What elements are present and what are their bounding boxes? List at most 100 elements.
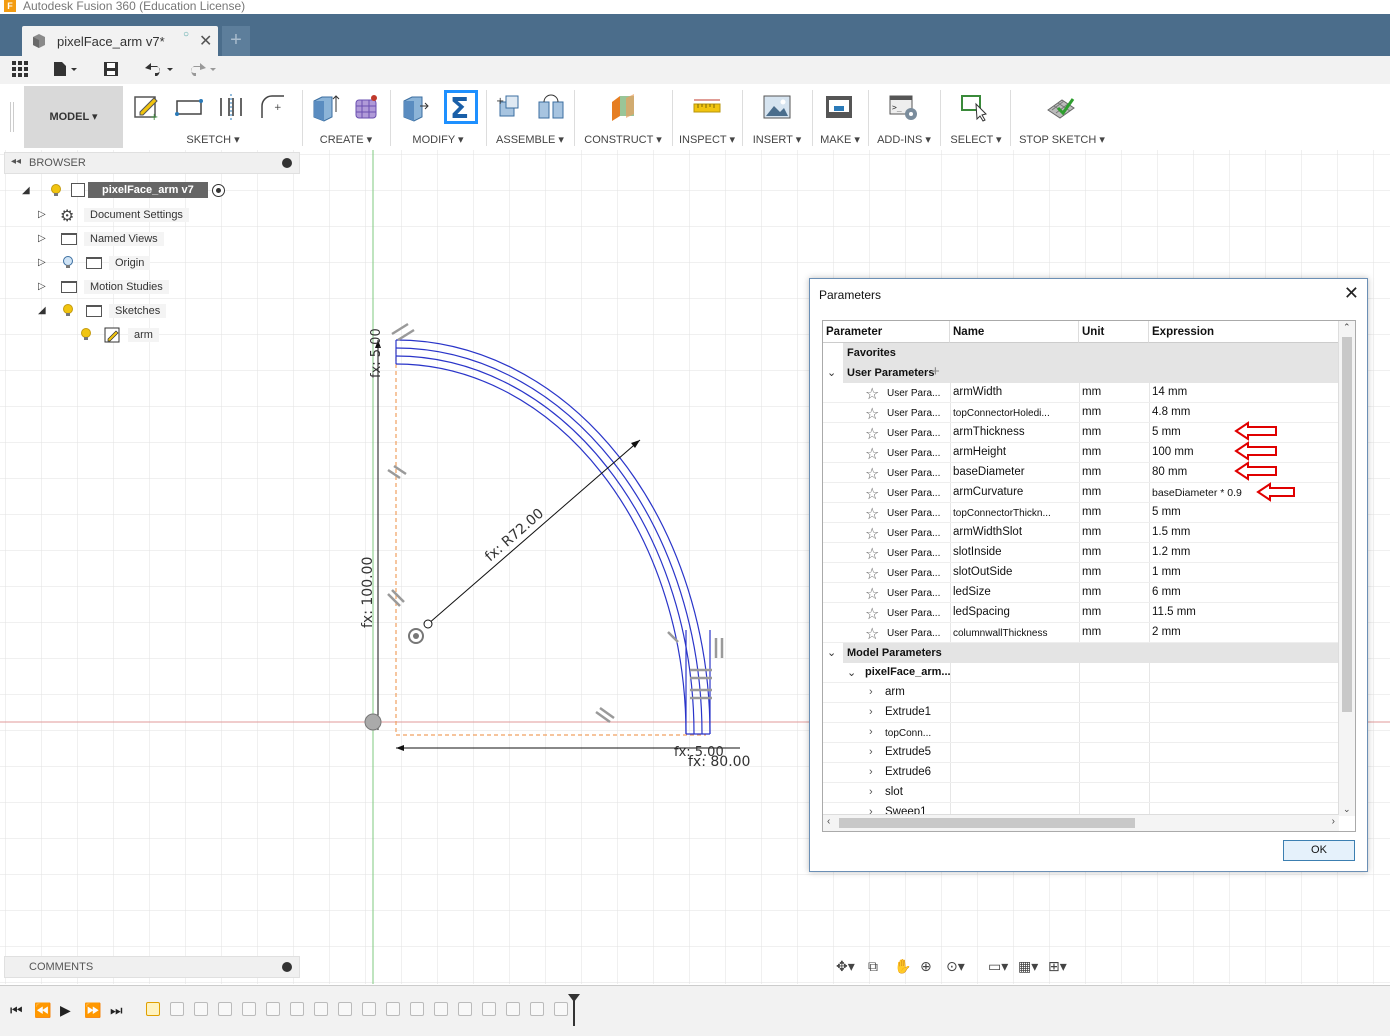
expand-chevron-icon[interactable]: › [869, 746, 873, 758]
extrude-icon[interactable] [310, 92, 340, 122]
expand-chevron-icon[interactable]: › [869, 766, 873, 778]
document-tab[interactable]: pixelFace_arm v7* ○ ✕ [22, 26, 218, 56]
sketch-group-label[interactable]: SKETCH ▾ [128, 133, 298, 146]
comments-panel[interactable]: COMMENTS [4, 956, 300, 978]
browser-item-named-views[interactable]: ▷ Named Views [36, 229, 196, 249]
parameter-name[interactable]: slotInside [953, 546, 1077, 558]
sketch-group[interactable]: + + SKETCH ▾ [128, 88, 298, 148]
expand-chevron-icon[interactable]: › [869, 686, 873, 698]
user-parameter-row[interactable]: ☆ User Para... columnwallThickness mm 2 mm [823, 623, 1339, 643]
favorite-star-icon[interactable]: ☆ [865, 624, 879, 644]
inspect-group-label[interactable]: INSPECT ▾ [676, 133, 738, 146]
collapse-chevron-icon[interactable]: ⌄ [827, 366, 836, 379]
fillet-icon[interactable]: + [258, 92, 288, 122]
save-icon[interactable] [103, 61, 119, 77]
timeline-feature[interactable] [362, 1002, 376, 1016]
height-dimension-text[interactable]: fx: 100.00 [360, 557, 376, 628]
close-tab-icon[interactable]: ✕ [199, 31, 212, 51]
model-feature-row[interactable]: › topConn... [823, 723, 1339, 743]
parameter-unit[interactable]: mm [1082, 606, 1146, 618]
workspace-switcher-button[interactable]: MODEL ▾ [24, 86, 123, 148]
parameter-expression[interactable]: baseDiameter * 0.9 [1152, 487, 1332, 499]
timeline-feature[interactable] [194, 1002, 208, 1016]
ok-button[interactable]: OK [1283, 840, 1355, 861]
model-feature-row[interactable]: › Extrude1 [823, 703, 1339, 723]
press-pull-icon[interactable] [400, 92, 430, 122]
column-header-unit[interactable]: Unit [1079, 321, 1149, 343]
lightbulb-on-icon[interactable] [51, 184, 61, 197]
orbit-icon[interactable]: ✥▾ [836, 958, 855, 975]
collapse-chevron-icon[interactable]: ⌄ [847, 666, 856, 679]
timeline-feature[interactable] [530, 1002, 544, 1016]
user-parameters-group-row[interactable]: ⌄ User Parameters + [823, 363, 1339, 383]
browser-panel-header[interactable]: ◂◂ BROWSER [4, 152, 300, 174]
timeline-feature[interactable] [410, 1002, 424, 1016]
make-group[interactable]: MAKE ▾ [814, 88, 866, 148]
expand-triangle-icon[interactable]: ▷ [38, 257, 46, 268]
timeline-feature[interactable] [170, 1002, 184, 1016]
column-header-parameter[interactable]: Parameter [823, 321, 950, 343]
scroll-left-icon[interactable]: ‹ [827, 816, 830, 827]
parameter-unit[interactable]: mm [1082, 526, 1146, 538]
timeline-feature[interactable] [434, 1002, 448, 1016]
new-tab-button[interactable]: + [222, 26, 250, 56]
stop-sketch-group-label[interactable]: STOP SKETCH ▾ [1014, 133, 1110, 146]
create-group[interactable]: CREATE ▾ [306, 88, 386, 148]
lightbulb-off-icon[interactable] [63, 256, 73, 269]
browser-item-sketches[interactable]: ◢ Sketches [36, 301, 196, 321]
favorite-star-icon[interactable]: ☆ [865, 504, 879, 524]
activate-radio-icon[interactable] [212, 184, 225, 197]
parameter-unit[interactable]: mm [1082, 586, 1146, 598]
modify-group[interactable]: Σ MODIFY ▾ [394, 88, 482, 148]
create-form-icon[interactable] [352, 92, 382, 122]
parameter-name[interactable]: armThickness [953, 426, 1077, 438]
parameter-name[interactable]: slotOutSide [953, 566, 1077, 578]
minimize-browser-icon[interactable] [282, 158, 292, 168]
parameter-name[interactable]: armWidth [953, 386, 1077, 398]
expand-triangle-icon[interactable]: ▷ [38, 233, 46, 244]
lightbulb-on-icon[interactable] [81, 328, 91, 341]
user-parameter-row[interactable]: ☆ User Para... topConnectorHoledi... mm 4.8 … [823, 403, 1339, 423]
favorite-star-icon[interactable]: ☆ [865, 484, 879, 504]
go-to-start-icon[interactable]: ⏮ [10, 1002, 23, 1019]
insert-group-label[interactable]: INSERT ▾ [746, 133, 808, 146]
create-group-label[interactable]: CREATE ▾ [306, 133, 386, 146]
timeline-marker-head[interactable] [568, 994, 580, 1002]
browser-root-node[interactable]: ◢ pixelFace_arm v7 [20, 181, 234, 201]
new-component-icon[interactable]: + [494, 92, 524, 122]
collapse-triangle-icon[interactable]: ◢ [22, 185, 30, 196]
rectangle-icon[interactable] [174, 92, 204, 122]
collapse-browser-icon[interactable]: ◂◂ [11, 156, 21, 167]
favorite-star-icon[interactable]: ☆ [865, 444, 879, 464]
favorite-star-icon[interactable]: ☆ [865, 544, 879, 564]
parameter-name[interactable]: columnwallThickness [953, 628, 1077, 639]
timeline-feature[interactable] [290, 1002, 304, 1016]
parameter-unit[interactable]: mm [1082, 566, 1146, 578]
parameter-unit[interactable]: mm [1082, 426, 1146, 438]
select-arrow-icon[interactable] [960, 92, 990, 122]
scroll-right-icon[interactable]: › [1332, 816, 1335, 827]
favorite-star-icon[interactable]: ☆ [865, 464, 879, 484]
close-dialog-icon[interactable]: ✕ [1344, 283, 1359, 304]
add-parameter-plus-icon[interactable]: + [931, 363, 940, 380]
assemble-group-label[interactable]: ASSEMBLE ▾ [490, 133, 570, 146]
collapse-triangle-icon[interactable]: ◢ [38, 305, 46, 316]
motion-studies-label[interactable]: Motion Studies [84, 280, 169, 294]
construct-group[interactable]: CONSTRUCT ▾ [578, 88, 668, 148]
horizontal-scroll-thumb[interactable] [839, 818, 1135, 828]
vertical-scroll-thumb[interactable] [1342, 337, 1352, 712]
expand-chevron-icon[interactable]: › [869, 726, 873, 738]
zoom-icon[interactable]: ⊕ [920, 958, 932, 975]
model-feature-row[interactable]: › arm [823, 683, 1339, 703]
parameter-unit[interactable]: mm [1082, 406, 1146, 418]
timeline-feature[interactable] [482, 1002, 496, 1016]
data-panel-grid-icon[interactable] [12, 61, 28, 77]
document-settings-label[interactable]: Document Settings [84, 208, 189, 222]
timeline-feature[interactable] [386, 1002, 400, 1016]
timeline-sketch-feature[interactable] [146, 1002, 160, 1016]
mirror-icon[interactable] [216, 92, 246, 122]
joint-icon[interactable] [536, 92, 566, 122]
model-root-row[interactable]: ⌄ pixelFace_arm... [823, 663, 1339, 683]
parameter-expression[interactable]: 14 mm [1152, 386, 1332, 398]
scroll-down-icon[interactable]: ⌄ [1343, 804, 1351, 815]
